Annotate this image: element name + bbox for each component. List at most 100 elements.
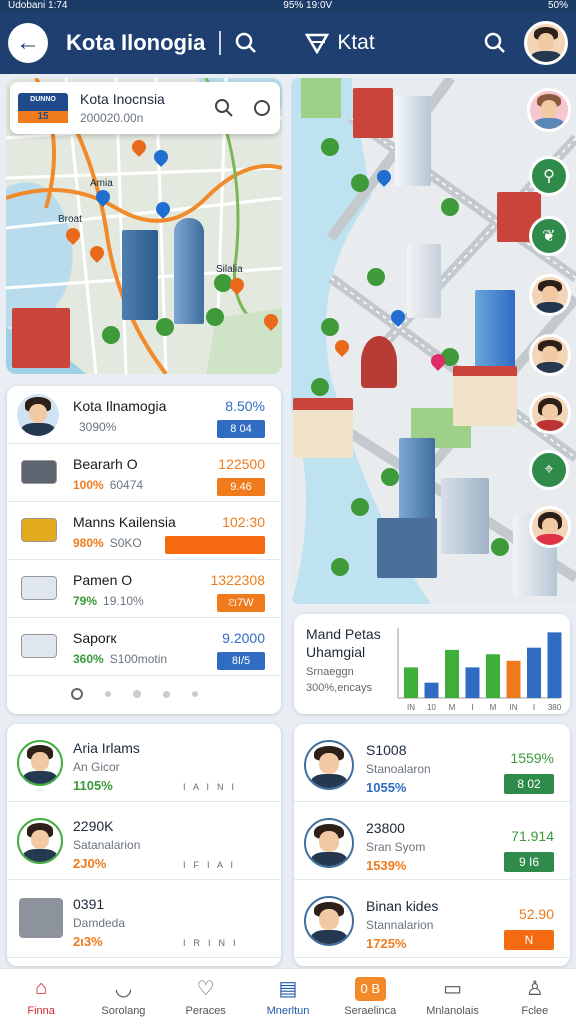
x-tick-label: IN [407,703,415,712]
list-item-sub-text: 19.10% [103,594,144,608]
person-row[interactable]: S1008 Stanoalaron 1055% 1559% 8 02 [294,724,570,802]
user-icon: ♙ [525,978,544,1000]
list-item-name: Saporк [73,630,117,646]
nav-label: Peraces [185,1004,226,1017]
person-sub: Sran Syom [366,840,426,854]
avatar-side-1[interactable] [527,88,571,132]
school-building [293,398,353,458]
carousel [361,336,397,388]
avatar-side-2[interactable] [529,274,571,316]
bowl-icon: ◡ [114,978,133,1000]
location-icon[interactable]: ⌖ [529,450,569,490]
flag-top-text: DUNNO [30,96,56,103]
person-row[interactable]: Aria Irlams An Gicor 1105% I A I N I [7,724,281,802]
avatar-side-3[interactable] [529,334,571,376]
chart-subtitle: Uhamgial [306,644,366,660]
person-row[interactable]: 23800 Sran Syom 1539% 71.914 9 Ι6 [294,802,570,880]
avatar [304,896,354,946]
people-card-right: S1008 Stanoalaron 1055% 1559% 8 02 23800 Sran … [294,724,570,966]
city-list-card: Kota Ilnamogia 3090% 8.50% 8 04 Beararh O 100… [7,386,281,714]
search-icon[interactable] [235,32,257,54]
list-item[interactable]: Pamen O 79% 19.10% 1322308 ଅ7W [7,560,281,618]
person-row[interactable]: 2290K Satanalarion 2J0% I F I A I [7,802,281,880]
person-row[interactable]: 0391 Damdeda 2ι3% I R I N I [7,880,281,958]
avatar [17,818,63,864]
office-building [441,478,489,554]
circle-icon[interactable] [252,98,272,118]
list-item[interactable]: Manns Kailensia 980% S0KO 102:30 [7,502,281,560]
list-item-sub: 100% 60474 [73,478,143,492]
pagination-dots[interactable] [71,688,198,700]
nav-clipboard[interactable]: ▤ Mnerltun [247,969,329,1024]
mini-chart-ticks: I F I A I [183,860,235,870]
avatar-side-5[interactable] [529,506,571,548]
avatar [304,818,354,868]
list-item[interactable]: Kota Ilnamogia 3090% 8.50% 8 04 [7,386,281,444]
heart-icon: ♡ [196,978,215,1000]
list-item-badge: 9.46 [217,478,265,496]
x-tick-label: 10 [427,703,436,712]
flag-bottom-text: 15 [18,111,68,123]
tab-ktat[interactable]: Ktat [337,31,374,55]
nav-ob-badge[interactable]: 0 B Seraelinca [329,969,411,1024]
glass-tower [475,290,515,370]
ob-badge-icon: 0 B [354,976,387,1001]
filter-icon[interactable] [305,32,331,54]
home-icon: ⌂ [35,977,48,999]
nav-user[interactable]: ♙ Fclee [494,969,576,1024]
list-item[interactable]: Saporк 360% S100motin 9.2000 8Ι/5 [7,618,281,676]
person-pct: 1539% [366,858,407,873]
bus-icon [21,518,57,542]
search-icon[interactable] [214,98,234,118]
person-sub: Satanalarion [73,838,141,852]
chart-bar [527,647,541,698]
nav-label: Sorolang [101,1004,146,1017]
list-item-sub-accent: 360% [73,652,104,666]
document-icon: ▭ [443,978,462,1000]
list-item-sub: 3090% [73,420,116,434]
chart-bar [424,682,439,698]
list-item-sub-accent: 980% [73,536,104,550]
person-name: S1008 [366,742,407,758]
status-center: 95% 19:0V [283,0,333,11]
list-item[interactable]: Beararh O 100% 60474 122500 9.46 [7,444,281,502]
bike-icon[interactable]: ⚲ [529,156,569,196]
nav-document[interactable]: ▭ Mnlanolais [411,969,493,1024]
bar-chart: IN 10 M I M IN I 380 [397,628,562,712]
person-name: 0391 [73,896,105,912]
avatar-side-4[interactable] [529,392,571,434]
van-icon [21,634,57,658]
list-item-sub-accent: 79% [73,594,98,608]
list-item-badge: ଅ7W [217,594,265,612]
nav-bowl[interactable]: ◡ Sorolang [82,969,164,1024]
nav-home[interactable]: ⌂ Finna [0,969,82,1024]
tower-building [122,230,158,320]
city-flag-logo: DUNNO 15 [18,93,68,123]
nav-label: Mnerltun [266,1004,310,1017]
x-tick-label: M [449,703,456,712]
list-item-badge: 8Ι/5 [217,652,265,670]
chart-line4: 300%,encays [306,682,373,694]
chart-bar [547,632,562,698]
city-map-right[interactable]: ⚲ ❦ ⌖ [291,78,576,604]
person-sub: Stannalarion [366,918,434,932]
nav-heart[interactable]: ♡ Peraces [165,969,247,1024]
stats-chart-card: Mand Petas Uhamgial Srnaeggn 300%,encays… [294,614,570,714]
list-item-value: 8.50% [225,398,265,414]
person-sub: An Gicor [73,760,120,774]
list-item-name: Manns Kailensia [73,514,176,530]
list-item-value: 102:30 [222,514,265,530]
person-row[interactable]: Binan kides Stannalarion 1725% 52.90 N [294,880,570,958]
leaf-icon[interactable]: ❦ [529,216,569,256]
dark-building [377,518,437,578]
chart-bar [445,649,459,698]
person-name: 2290K [73,818,114,834]
search-title: Kota Inocnsia [80,91,165,107]
back-button[interactable]: ← [8,23,48,63]
chart-bar [506,660,521,698]
profile-avatar[interactable] [524,21,568,65]
location-search-card[interactable]: DUNNO 15 Kota Inocnsia 200020.00n [10,82,280,134]
nav-label: Fclee [521,1004,549,1017]
van-icon [21,576,57,600]
search-icon-right[interactable] [484,32,506,54]
